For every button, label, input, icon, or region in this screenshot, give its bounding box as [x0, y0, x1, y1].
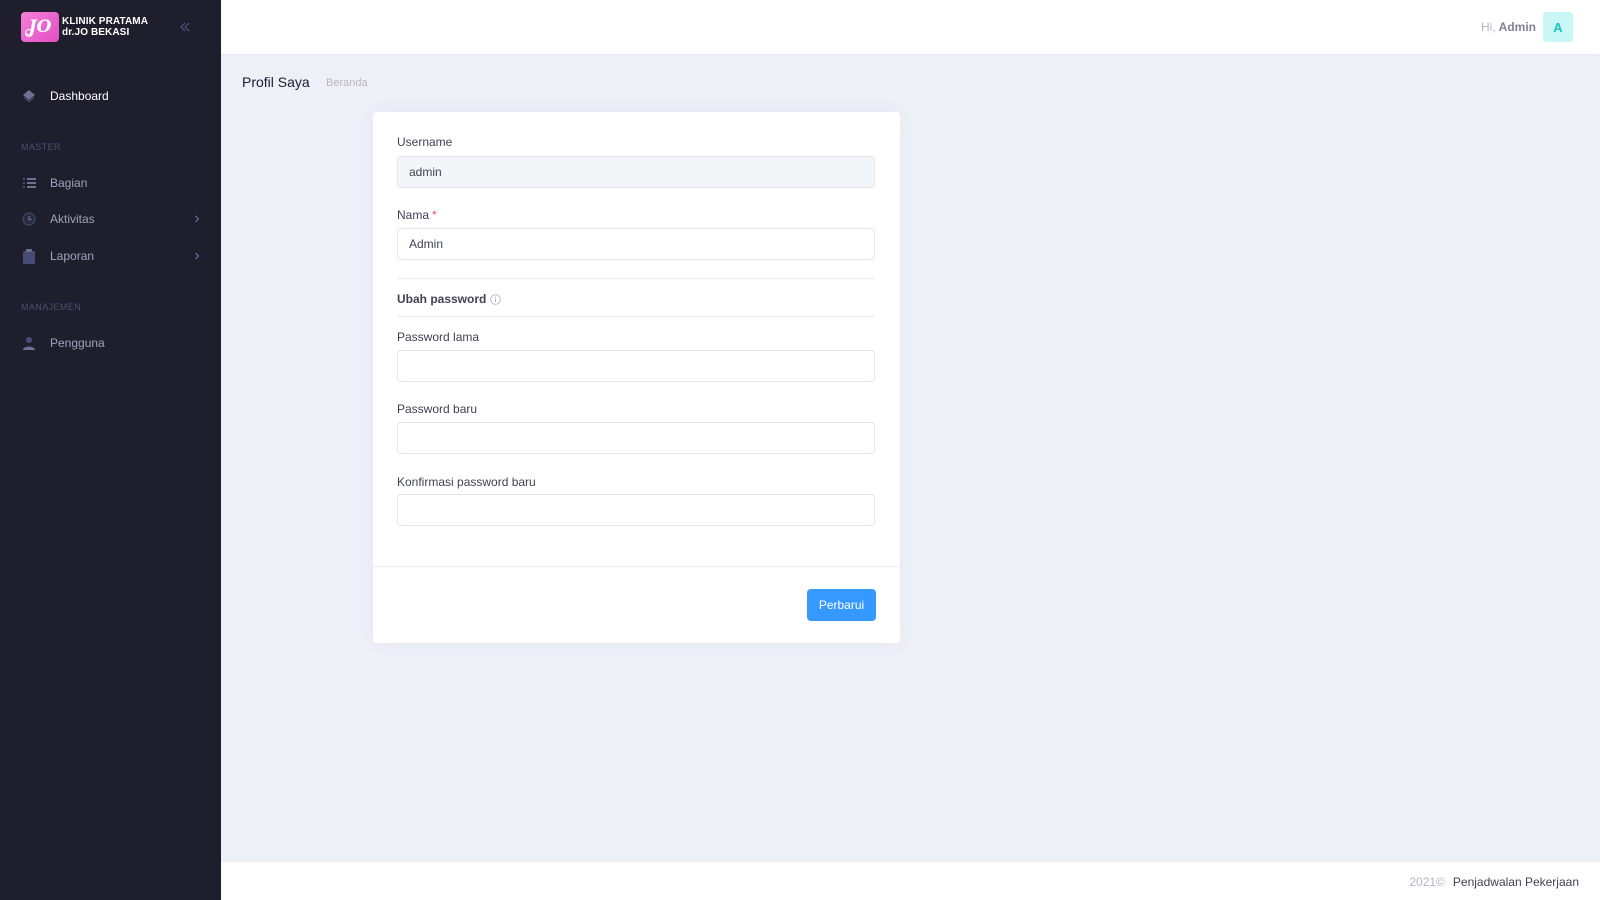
breadcrumb[interactable]: Beranda	[326, 77, 368, 89]
sidebar-item-label: Pengguna	[50, 336, 105, 350]
brand-logo-text: JO	[28, 17, 52, 37]
page-title: Profil Saya	[242, 74, 310, 90]
required-marker: *	[432, 208, 437, 222]
new-password-field[interactable]	[397, 422, 875, 454]
footer: 2021© Penjadwalan Pekerjaan	[221, 862, 1600, 900]
sidebar: JO KLINIK PRATAMA dr.JO BEKASI Dashboard…	[0, 0, 221, 900]
card-footer-divider	[373, 566, 900, 567]
brand[interactable]: JO KLINIK PRATAMA dr.JO BEKASI	[0, 0, 221, 54]
clipboard-icon	[21, 248, 37, 264]
brand-logo: JO	[21, 12, 59, 42]
sidebar-toggle-icon[interactable]	[176, 18, 194, 36]
footer-app-name[interactable]: Penjadwalan Pekerjaan	[1453, 875, 1579, 889]
sidebar-item-aktivitas[interactable]: Aktivitas	[0, 201, 221, 237]
topbar: Hi, Admin A	[221, 0, 1600, 54]
confirm-password-label: Konfirmasi password baru	[397, 475, 536, 489]
brand-name: KLINIK PRATAMA dr.JO BEKASI	[62, 16, 148, 38]
greeting-text: Hi,	[1480, 20, 1496, 34]
clock-icon	[21, 211, 37, 227]
sidebar-item-dashboard[interactable]: Dashboard	[0, 78, 221, 114]
username-field	[397, 156, 875, 188]
brand-line-2: dr.JO BEKASI	[62, 27, 130, 38]
section-title-master: MASTER	[21, 142, 61, 152]
perbarui-button[interactable]: Perbarui	[807, 589, 876, 621]
section-title-manajemen: MANAJEMEN	[21, 302, 82, 312]
info-icon[interactable]	[490, 293, 502, 305]
list-icon	[21, 175, 37, 191]
chevron-right-icon	[192, 214, 202, 224]
brand-line-1: KLINIK PRATAMA	[62, 16, 149, 27]
password-section-label: Ubah password	[397, 292, 487, 306]
user-icon	[21, 335, 37, 351]
sidebar-item-bagian[interactable]: Bagian	[0, 165, 221, 201]
sidebar-item-label: Dashboard	[50, 89, 109, 103]
footer-text: 2021© Penjadwalan Pekerjaan	[1409, 875, 1579, 889]
sidebar-item-label: Aktivitas	[50, 212, 95, 226]
sidebar-item-laporan[interactable]: Laporan	[0, 238, 221, 274]
confirm-password-field[interactable]	[397, 494, 875, 526]
nama-label: Nama *	[397, 208, 437, 222]
sidebar-item-pengguna[interactable]: Pengguna	[0, 325, 221, 361]
user-greeting[interactable]: Hi, Admin	[1481, 20, 1536, 34]
user-name: Admin	[1498, 20, 1536, 34]
new-password-label: Password baru	[397, 402, 478, 416]
nama-field[interactable]	[397, 228, 875, 260]
old-password-label: Password lama	[397, 330, 480, 344]
password-section-title: Ubah password	[397, 292, 502, 306]
layers-icon	[21, 88, 37, 104]
old-password-field[interactable]	[397, 350, 875, 382]
avatar[interactable]: A	[1543, 12, 1573, 42]
sidebar-item-label: Bagian	[50, 176, 88, 190]
nama-label-text: Nama	[397, 208, 430, 222]
profile-card: Username Nama* Ubah password Password la…	[373, 112, 900, 643]
username-label: Username	[397, 135, 453, 149]
sidebar-item-label: Laporan	[50, 249, 95, 263]
divider	[397, 278, 875, 279]
chevron-right-icon	[192, 251, 202, 261]
divider	[397, 316, 875, 317]
footer-year: 2021©	[1409, 875, 1445, 889]
